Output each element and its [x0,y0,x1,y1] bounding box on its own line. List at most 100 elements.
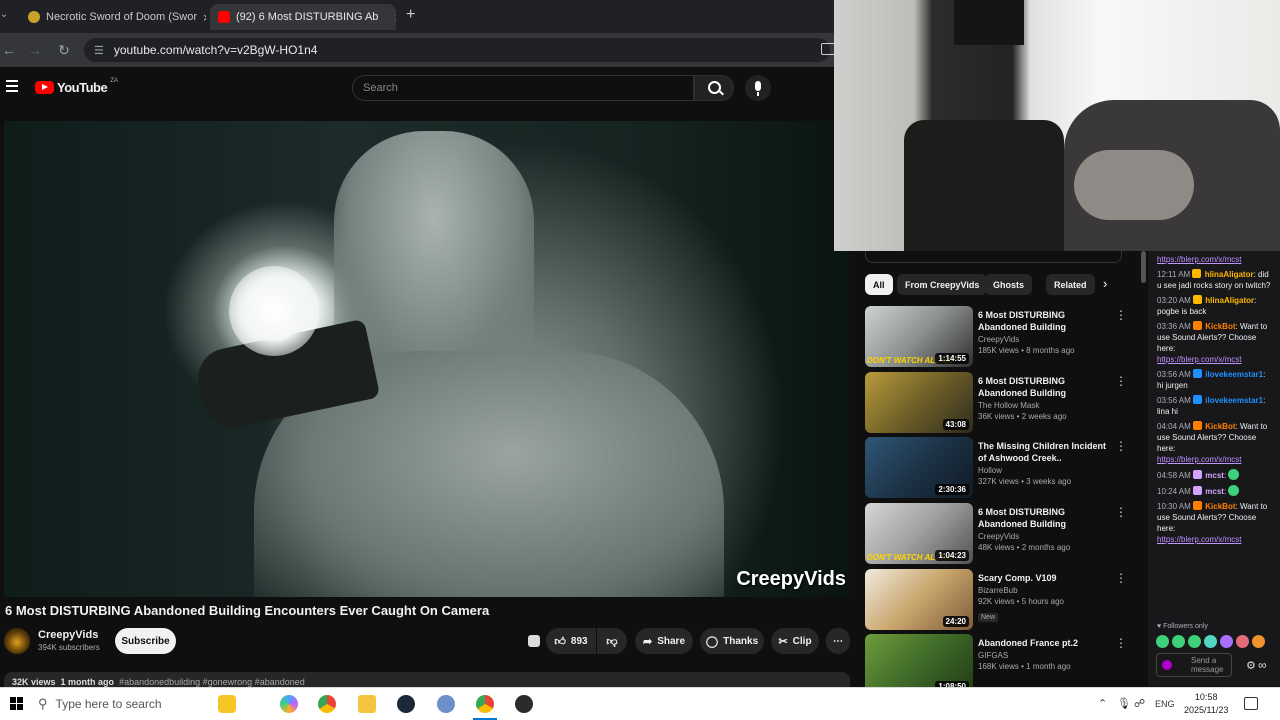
recommendation-title[interactable]: 6 Most DISTURBING Abandoned Building Enc… [978,375,1113,399]
site-info-icon[interactable]: ☰ [94,44,104,57]
clip-button[interactable]: ✂ Clip [771,628,819,654]
more-options-icon[interactable]: ⋮ [1115,636,1127,650]
recommendations-scrollbar[interactable] [1141,251,1146,283]
close-tab-icon[interactable]: × [203,10,206,25]
recommendation-title[interactable]: The Missing Children Incident of Ashwood… [978,440,1113,464]
emote-icon[interactable] [1156,635,1169,648]
reload-button[interactable]: ↻ [55,41,73,59]
more-actions-button[interactable]: ⋯ [826,628,850,654]
recommendation-title[interactable]: Abandoned France pt.2 [978,637,1113,649]
chat-username[interactable]: KickBot [1205,502,1235,511]
menu-icon[interactable] [6,80,18,92]
voice-search-button[interactable] [745,75,771,101]
like-button[interactable]: 👍︎ 893 [546,628,596,654]
more-options-icon[interactable]: ⋮ [1115,308,1127,322]
tab-youtube-video[interactable]: (92) 6 Most DISTURBING Ab × [210,4,396,30]
network-icon[interactable]: ☍ [1134,697,1145,710]
recommendation-title[interactable]: 6 Most DISTURBING Abandoned Building Enc… [978,309,1113,333]
recommendation-card[interactable]: DON'T WATCH ALONE 1:14:55 6 Most DISTURBIN… [865,306,1127,368]
recommendation-card[interactable]: 24:20 Scary Comp. V109 BizarreBub 92K views… [865,569,1127,631]
steam-icon[interactable] [397,695,415,713]
microphone-tray-icon[interactable]: 🎙︎ [1117,697,1131,710]
recommendation-card[interactable]: 43:08 6 Most DISTURBING Abandoned Buildin… [865,372,1127,434]
chat-username[interactable]: hlinaAligator [1205,270,1254,279]
recommendation-title[interactable]: 6 Most DISTURBING Abandoned Building Enc… [978,506,1113,530]
video-thumbnail[interactable]: 43:08 [865,372,973,433]
new-tab-button[interactable]: + [406,6,415,24]
channel-avatar[interactable] [4,628,30,654]
dislike-button[interactable]: 👎︎ [597,628,627,654]
close-tab-icon[interactable]: × [394,10,396,25]
video-thumbnail[interactable]: 1:08:50 [865,634,973,695]
chip-all[interactable]: All [865,274,893,295]
chip-related[interactable]: Related [1046,274,1095,295]
chat-username[interactable]: ilovekeemstar1 [1205,370,1263,379]
recommendation-channel[interactable]: CreepyVids [978,532,1113,541]
more-options-icon[interactable]: ⋮ [1115,439,1127,453]
notifications-icon[interactable] [1244,697,1258,710]
emote-icon[interactable] [1188,635,1201,648]
search-input[interactable]: Search [352,75,694,101]
recommendation-channel[interactable]: BizarreBub [978,586,1113,595]
chat-link[interactable]: https://blerp.com/x/mcst [1157,454,1272,465]
forward-button[interactable]: → [26,41,44,59]
video-player[interactable]: CreepyVids [4,121,850,597]
video-thumbnail[interactable]: 24:20 [865,569,973,630]
taskbar-clock[interactable]: 10:58 2025/11/23 [1184,691,1228,717]
emote-icon[interactable] [1172,635,1185,648]
emote-icon[interactable] [1252,635,1265,648]
url-bar[interactable]: ☰ youtube.com/watch?v=v2BgW-HO1n4 [84,38,830,62]
more-options-icon[interactable]: ⋮ [1115,505,1127,519]
recommendation-card[interactable]: DON'T WATCH ALONE 1:04:23 6 Most DISTURBIN… [865,503,1127,565]
chips-next-chevron-icon[interactable]: › [1103,276,1107,291]
recommendation-title[interactable]: Scary Comp. V109 [978,572,1113,584]
copilot-icon[interactable] [280,695,298,713]
chip-ghosts[interactable]: Ghosts [985,274,1033,295]
youtube-logo[interactable]: YouTube ZA [35,78,118,95]
chat-settings-icon[interactable]: ⚙ [1246,659,1256,672]
obs-icon[interactable] [515,695,533,713]
recommendation-card[interactable]: 2:30:36 The Missing Children Incident of … [865,437,1127,499]
cast-icon[interactable] [821,43,835,55]
video-thumbnail[interactable]: DON'T WATCH ALONE 1:04:23 [865,503,973,564]
chat-username[interactable]: mcst [1205,471,1224,480]
chat-username[interactable]: hlinaAligator [1205,296,1254,305]
chat-username[interactable]: mcst [1205,487,1224,496]
chat-username[interactable]: KickBot [1205,422,1235,431]
chat-link[interactable]: https://blerp.com/x/mcst [1157,354,1272,365]
file-explorer-icon[interactable] [358,695,376,713]
recommendation-channel[interactable]: Hollow [978,466,1113,475]
recommendation-channel[interactable]: CreepyVids [978,335,1113,344]
chrome-active-icon[interactable] [476,695,494,713]
more-options-icon[interactable]: ⋮ [1115,571,1127,585]
chat-infinity-icon[interactable]: ∞ [1258,658,1267,672]
chat-username[interactable]: KickBot [1205,322,1235,331]
subscribe-button[interactable]: Subscribe [115,628,176,654]
windows-start-icon[interactable] [10,697,23,710]
tray-overflow-chevron-icon[interactable]: ⌃ [1098,697,1107,710]
thanks-button[interactable]: ◯ Thanks [700,628,764,654]
search-button[interactable] [694,75,734,101]
chat-link[interactable]: https://blerp.com/x/mcst [1157,254,1272,265]
hashtags[interactable]: #abandonedbuilding #gonewrong #abandoned [119,677,305,687]
app-icon[interactable] [437,695,455,713]
emote-icon[interactable] [1204,635,1217,648]
language-indicator[interactable]: ENG [1155,699,1175,709]
tab-list-icon[interactable]: ⌄ [0,9,10,20]
search-highlight-icon[interactable] [218,695,236,713]
recommendation-channel[interactable]: GIFGAS [978,651,1113,660]
chrome-icon[interactable] [318,695,336,713]
share-button[interactable]: ➦ Share [635,628,693,654]
emote-icon[interactable] [1236,635,1249,648]
tab-necrotic-sword[interactable]: Necrotic Sword of Doom (Swor × [20,4,206,30]
chip-from-creepyvids[interactable]: From CreepyVids [897,274,988,295]
taskbar-search-box[interactable]: ⚲ Type here to search [38,692,228,716]
more-options-icon[interactable]: ⋮ [1115,374,1127,388]
chat-link[interactable]: https://blerp.com/x/mcst [1157,534,1272,545]
chat-username[interactable]: ilovekeemstar1 [1205,396,1263,405]
channel-extension-icon[interactable] [528,635,540,647]
video-thumbnail[interactable]: DON'T WATCH ALONE 1:14:55 [865,306,973,367]
recommendation-channel[interactable]: The Hollow Mask [978,401,1113,410]
channel-name[interactable]: CreepyVids [38,629,98,641]
back-button[interactable]: ← [0,41,18,59]
